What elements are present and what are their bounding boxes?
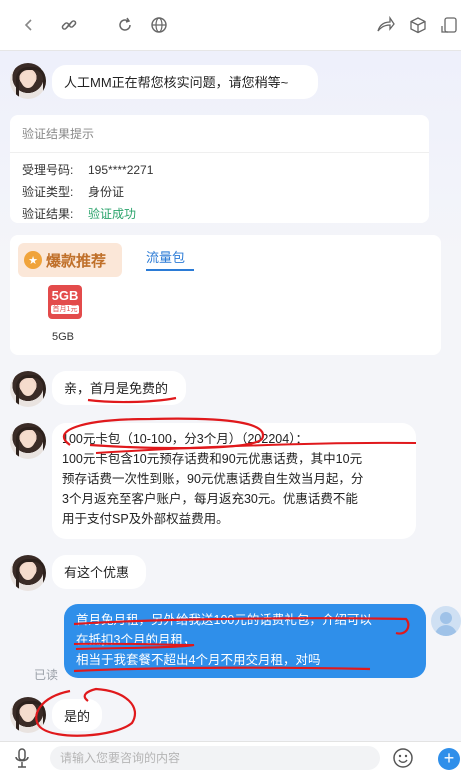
- agent-message-text: 是的: [64, 709, 91, 724]
- agent-message-bubble: 亲，首月是免费的: [52, 371, 186, 405]
- link-icon[interactable]: [56, 12, 82, 38]
- user-line: 在抵扣3个月的月租，: [76, 633, 196, 647]
- verify-key: 受理号码:: [22, 163, 74, 177]
- hot-recommend-label: 爆款推荐: [46, 252, 107, 270]
- star-icon: ★: [24, 251, 42, 269]
- agent-notice-text: 人工MM正在帮您核实问题，请您稍等~: [64, 75, 289, 90]
- agent-avatar: [10, 555, 46, 591]
- detail-line: 100元卡包含10元预存话费和90元优惠话费，其中10元: [62, 452, 363, 466]
- detail-line: 3个月返充至客户账户，每月返充30元。优惠话费不能: [62, 492, 358, 506]
- agent-avatar: [10, 63, 46, 99]
- emoji-icon[interactable]: [392, 747, 414, 772]
- cube-icon[interactable]: [405, 12, 431, 38]
- package-label[interactable]: 5GB: [52, 331, 74, 343]
- message-input[interactable]: 请输入您要咨询的内容: [50, 746, 380, 770]
- agent-avatar: [10, 697, 46, 733]
- user-line: 相当于我套餐不超出4个月不用交月租，对吗: [76, 653, 321, 667]
- add-icon[interactable]: +: [438, 748, 460, 770]
- detail-line: 100元卡包（10-100，分3个月）（202204）：: [62, 432, 308, 446]
- verify-success-value: 验证成功: [88, 207, 137, 221]
- chat-area[interactable]: 人工MM正在帮您核实问题，请您稍等~ 验证结果提示 受理号码: 195****2…: [0, 51, 461, 741]
- agent-avatar: [10, 371, 46, 407]
- refresh-icon[interactable]: [112, 12, 138, 38]
- agent-message-text: 有这个优惠: [64, 565, 130, 580]
- user-avatar: [431, 606, 461, 636]
- microphone-icon[interactable]: [14, 748, 30, 773]
- tab-data-package[interactable]: 流量包: [146, 247, 185, 266]
- tab-active-indicator: [146, 269, 194, 271]
- package-icon-big: 5GB: [51, 288, 79, 303]
- user-line: 首月免月租，另外给我送100元的话费礼包，介绍可以: [76, 613, 372, 627]
- hot-recommend-tag: ★ 爆款推荐: [18, 243, 122, 277]
- agent-message-bubble: 有这个优惠: [52, 555, 146, 589]
- verify-row-type: 验证类型: 身份证: [10, 181, 429, 203]
- verify-row-result: 验证结果: 验证成功: [10, 203, 429, 225]
- share-icon[interactable]: [372, 12, 398, 38]
- detail-line: 预存话费一次性到账，90元优惠话费自生效当月起，分: [62, 472, 364, 486]
- verify-value: 身份证: [88, 185, 125, 199]
- agent-message-text: 亲，首月是免费的: [64, 381, 169, 396]
- agent-notice-bubble: 人工MM正在帮您核实问题，请您稍等~: [52, 65, 318, 99]
- verify-result-card: 验证结果提示 受理号码: 195****2271 验证类型: 身份证 验证结果:…: [10, 115, 429, 223]
- verify-title: 验证结果提示: [10, 115, 429, 153]
- package-5gb-icon[interactable]: 5GB 首月1元: [48, 285, 82, 319]
- read-status: 已读: [34, 668, 59, 682]
- agent-avatar: [10, 423, 46, 459]
- verify-row-number: 受理号码: 195****2271: [10, 159, 429, 181]
- back-icon[interactable]: [16, 12, 42, 38]
- detail-line: 用于支付SP及外部权益费用。: [62, 512, 229, 526]
- agent-message-bubble: 是的: [52, 699, 102, 731]
- top-toolbar: [0, 0, 461, 51]
- user-message-bubble: 首月免月租，另外给我送100元的话费礼包，介绍可以 在抵扣3个月的月租， 相当于…: [64, 604, 426, 678]
- input-bar: 请输入您要咨询的内容 +: [0, 741, 461, 775]
- verify-value: 195****2271: [88, 163, 154, 177]
- promo-card: ★ 爆款推荐 流量包 5GB 首月1元 5GB: [10, 235, 441, 355]
- verify-key: 验证结果:: [22, 207, 74, 221]
- window-icon[interactable]: [436, 12, 461, 38]
- package-icon-small: 首月1元: [51, 305, 79, 314]
- globe-icon[interactable]: [146, 12, 172, 38]
- verify-key: 验证类型:: [22, 185, 74, 199]
- agent-package-detail-bubble: 100元卡包（10-100，分3个月）（202204）： 100元卡包含10元预…: [52, 423, 416, 539]
